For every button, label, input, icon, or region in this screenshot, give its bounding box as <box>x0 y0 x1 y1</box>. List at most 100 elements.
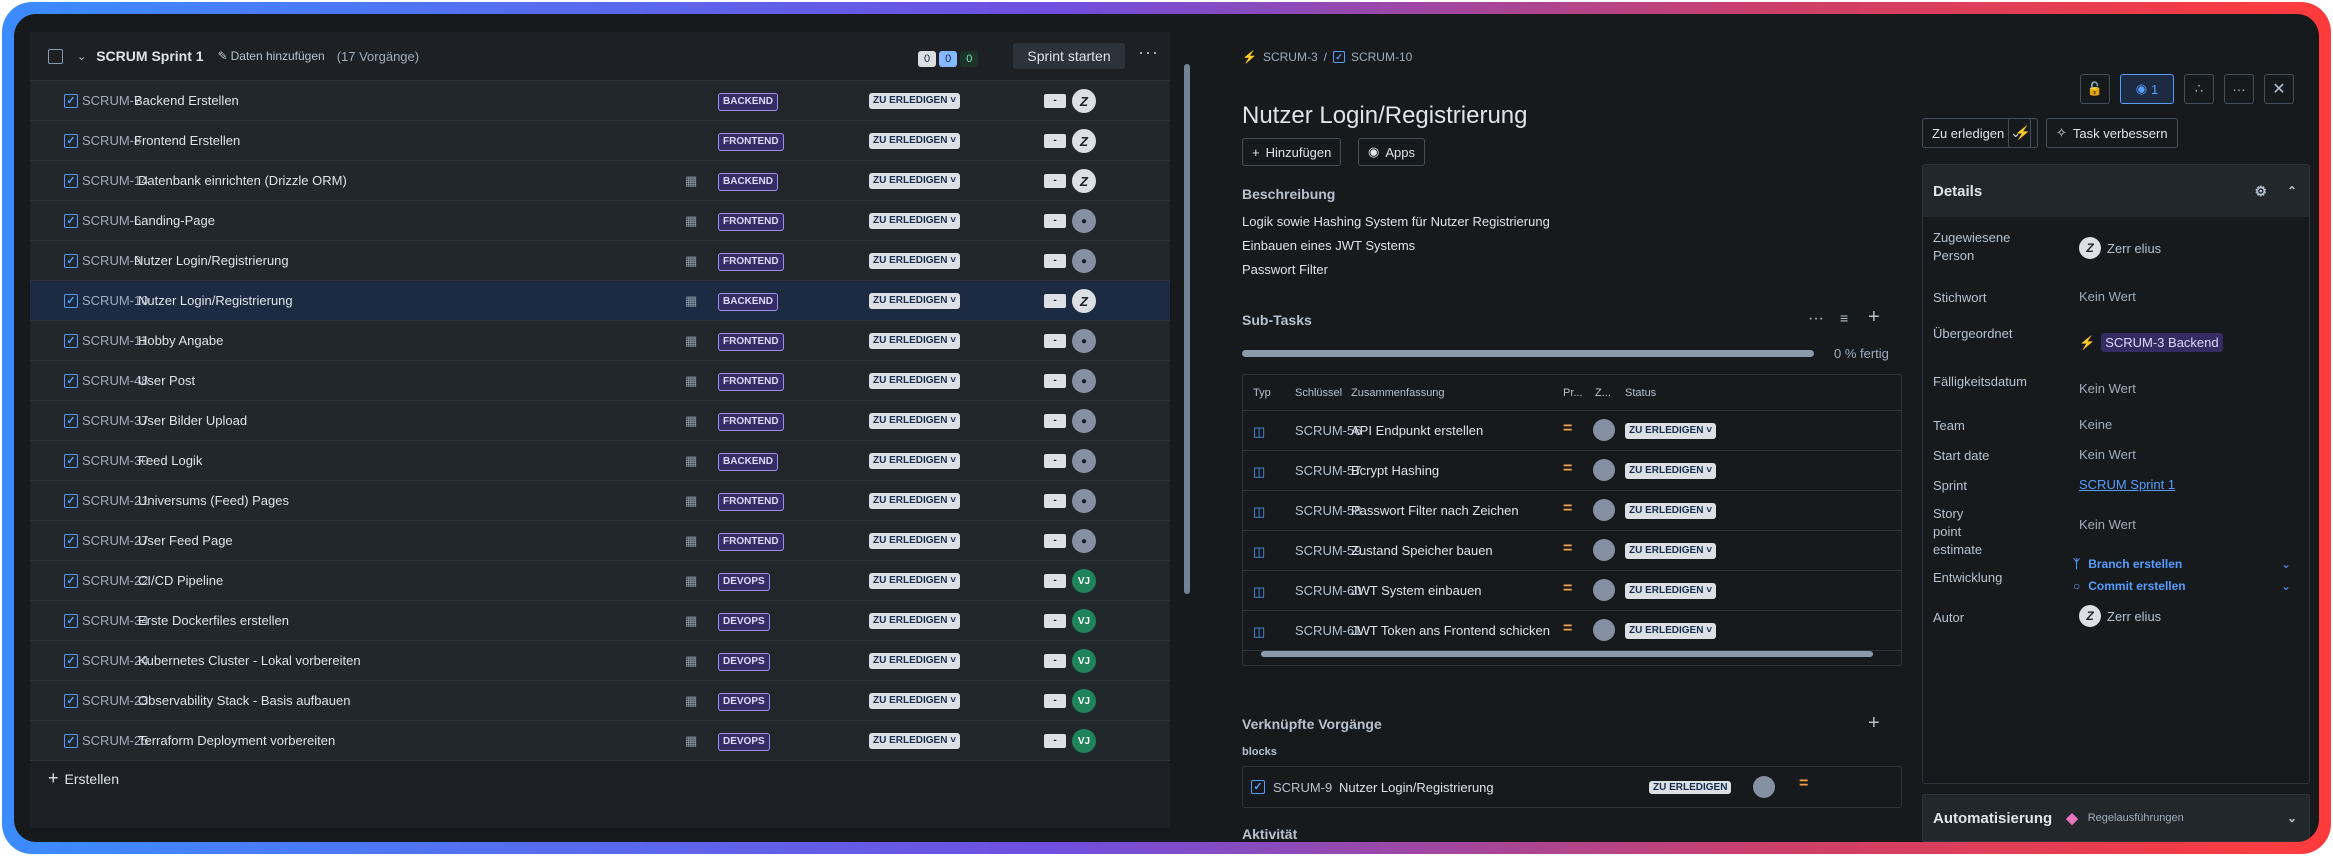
issue-summary[interactable]: Nutzer Login/Registrierung <box>138 293 293 308</box>
status-dropdown[interactable]: ZU ERLEDIGEN ˅ <box>869 373 961 389</box>
status-dropdown[interactable]: ZU ERLEDIGEN ˅ <box>869 493 961 509</box>
avatar[interactable]: ● <box>1072 369 1096 393</box>
issue-summary[interactable]: Frontend Erstellen <box>134 133 240 148</box>
estimate-badge[interactable]: - <box>1044 334 1066 348</box>
estimate-badge[interactable]: - <box>1044 734 1066 748</box>
label-badge[interactable]: DEVOPS <box>718 733 770 751</box>
avatar[interactable]: Z <box>1072 169 1096 193</box>
issue-row[interactable]: ✓ SCRUM-48 User Post ▦ FRONTEND ZU ERLEDIGEN … <box>30 361 1170 401</box>
issue-row[interactable]: ✓ SCRUM-11 Hobby Angabe ▦ FRONTEND ZU ERLEDIG… <box>30 321 1170 361</box>
label-badge[interactable]: DEVOPS <box>718 693 770 711</box>
estimate-badge[interactable]: - <box>1044 414 1066 428</box>
issue-row[interactable]: ✓ SCRUM-7 Backend Erstellen BACKEND ZU ERLED… <box>30 81 1170 121</box>
issue-summary[interactable]: User Bilder Upload <box>138 413 247 428</box>
estimate-badge[interactable]: - <box>1044 614 1066 628</box>
label-badge[interactable]: DEVOPS <box>718 613 770 631</box>
child-issues-icon[interactable]: ▦ <box>685 453 697 469</box>
issue-row[interactable]: ✓ SCRUM-22 CI/CD Pipeline ▦ DEVOPS ZU ERLEDIG… <box>30 561 1170 601</box>
child-issues-icon[interactable]: ▦ <box>685 213 697 229</box>
subtask-status[interactable]: ZU ERLEDIGEN ˅ <box>1625 463 1717 479</box>
avatar[interactable]: Z <box>1072 289 1096 313</box>
details-header[interactable]: Details ⚙ ⌃ <box>1923 165 2309 217</box>
child-issues-icon[interactable]: ▦ <box>685 173 697 189</box>
close-icon[interactable]: ✕ <box>2264 74 2294 104</box>
subtask-row[interactable]: ◫ SCRUM-57 Bcrypt Hashing = ZU ERLEDIGEN ˅ <box>1243 451 1901 491</box>
breadcrumb-current[interactable]: SCRUM-10 <box>1351 50 1412 64</box>
label-badge[interactable]: FRONTEND <box>718 413 784 431</box>
child-issues-icon[interactable]: ▦ <box>685 293 697 309</box>
estimate-badge[interactable]: - <box>1044 494 1066 508</box>
issue-row[interactable]: ✓ SCRUM-9 Nutzer Login/Registrierung ▦ FRONT… <box>30 241 1170 281</box>
add-data-button[interactable]: ✎ Daten hinzufügen <box>218 49 325 63</box>
col-status[interactable]: Status <box>1625 387 1656 399</box>
estimate-badge[interactable]: - <box>1044 654 1066 668</box>
issue-summary[interactable]: Hobby Angabe <box>138 333 223 348</box>
chevron-down-icon[interactable]: ⌄ <box>2281 579 2291 593</box>
avatar[interactable]: ● <box>1072 409 1096 433</box>
status-dropdown[interactable]: ZU ERLEDIGEN ˅ <box>869 93 961 109</box>
subtask-summary[interactable]: API Endpunkt erstellen <box>1351 423 1483 438</box>
issue-summary[interactable]: Feed Logik <box>138 453 202 468</box>
issue-summary[interactable]: Terraform Deployment vorbereiten <box>138 733 335 748</box>
issue-row[interactable]: ✓ SCRUM-30 Feed Logik ▦ BACKEND ZU ERLEDIGEN … <box>30 441 1170 481</box>
child-issues-icon[interactable]: ▦ <box>685 253 697 269</box>
col-summary[interactable]: Zusammenfassung <box>1351 387 1445 399</box>
start-sprint-button[interactable]: Sprint starten <box>1013 43 1125 69</box>
label-badge[interactable]: DEVOPS <box>718 573 770 591</box>
status-dropdown[interactable]: ZU ERLEDIGEN ˅ <box>869 133 961 149</box>
issue-summary[interactable]: User Post <box>138 373 195 388</box>
col-type[interactable]: Typ <box>1253 387 1271 399</box>
issue-summary[interactable]: CI/CD Pipeline <box>138 573 223 588</box>
subtask-status[interactable]: ZU ERLEDIGEN ˅ <box>1625 503 1717 519</box>
avatar[interactable]: Z <box>1072 89 1096 113</box>
estimate-badge[interactable]: - <box>1044 174 1066 188</box>
linked-key[interactable]: SCRUM-9 <box>1273 780 1332 795</box>
avatar[interactable]: Z <box>1072 129 1096 153</box>
issue-row[interactable]: ✓ SCRUM-8 Frontend Erstellen FRONTEND ZU ERL… <box>30 121 1170 161</box>
issue-row[interactable]: ✓ SCRUM-10 Nutzer Login/Registrierung ▦ BACK… <box>30 281 1170 321</box>
label-badge[interactable]: BACKEND <box>718 93 778 111</box>
issue-summary[interactable]: User Feed Page <box>138 533 233 548</box>
description[interactable]: Logik sowie Hashing System für Nutzer Re… <box>1242 210 1550 282</box>
issue-title[interactable]: Nutzer Login/Registrierung <box>1242 102 1527 130</box>
issue-summary[interactable]: Erste Dockerfiles erstellen <box>138 613 289 628</box>
subtask-status[interactable]: ZU ERLEDIGEN ˅ <box>1625 423 1717 439</box>
label-badge[interactable]: FRONTEND <box>718 533 784 551</box>
linked-status[interactable]: ZU ERLEDIGEN <box>1649 781 1732 794</box>
issue-summary[interactable]: Backend Erstellen <box>134 93 239 108</box>
status-dropdown[interactable]: ZU ERLEDIGEN ˅ <box>869 413 961 429</box>
create-button[interactable]: + Erstellen <box>48 768 119 789</box>
subtask-row[interactable]: ◫ SCRUM-61 JWT Token ans Frontend schicken… <box>1243 611 1901 651</box>
automation-bolt-icon[interactable]: ⚡ <box>2008 118 2038 148</box>
issue-row[interactable]: ✓ SCRUM-25 Terraform Deployment vorbereite… <box>30 721 1170 761</box>
estimate-badge[interactable]: - <box>1044 454 1066 468</box>
subtasks-more-icon[interactable]: ··· <box>1808 310 1824 328</box>
label-badge[interactable]: FRONTEND <box>718 213 784 231</box>
status-dropdown[interactable]: ZU ERLEDIGEN ˅ <box>869 253 961 269</box>
avatar[interactable]: VJ <box>1072 609 1096 633</box>
breadcrumb-parent[interactable]: SCRUM-3 <box>1263 50 1318 64</box>
subtask-status[interactable]: ZU ERLEDIGEN ˅ <box>1625 623 1717 639</box>
start-date-value[interactable]: Kein Wert <box>2079 447 2136 462</box>
estimate-badge[interactable]: - <box>1044 254 1066 268</box>
add-link-icon[interactable]: + <box>1868 712 1880 735</box>
subtask-summary[interactable]: Bcrypt Hashing <box>1351 463 1439 478</box>
issue-key[interactable]: SCRUM-7 <box>82 93 141 108</box>
col-priority[interactable]: Pr... <box>1563 387 1583 399</box>
add-button[interactable]: + Hinzufügen <box>1242 138 1342 166</box>
automation-section[interactable]: Automatisierung ◆ Regelausführungen ⌄ <box>1922 794 2310 842</box>
avatar[interactable]: ● <box>1072 529 1096 553</box>
subtask-summary[interactable]: Zustand Speicher bauen <box>1351 543 1493 558</box>
issue-key[interactable]: SCRUM-9 <box>82 253 141 268</box>
avatar[interactable]: VJ <box>1072 689 1096 713</box>
label-badge[interactable]: BACKEND <box>718 453 778 471</box>
share-icon[interactable]: ∴ <box>2184 74 2214 104</box>
label-badge[interactable]: FRONTEND <box>718 493 784 511</box>
subtask-summary[interactable]: JWT System einbauen <box>1351 583 1482 598</box>
filter-icon[interactable]: ≡ <box>1840 310 1848 326</box>
lock-icon[interactable]: 🔓 <box>2080 74 2110 104</box>
list-scrollbar[interactable] <box>1182 44 1192 824</box>
watch-button[interactable]: ◉ 1 <box>2120 74 2174 104</box>
estimate-badge[interactable]: - <box>1044 214 1066 228</box>
issue-key[interactable]: SCRUM-6 <box>82 213 141 228</box>
